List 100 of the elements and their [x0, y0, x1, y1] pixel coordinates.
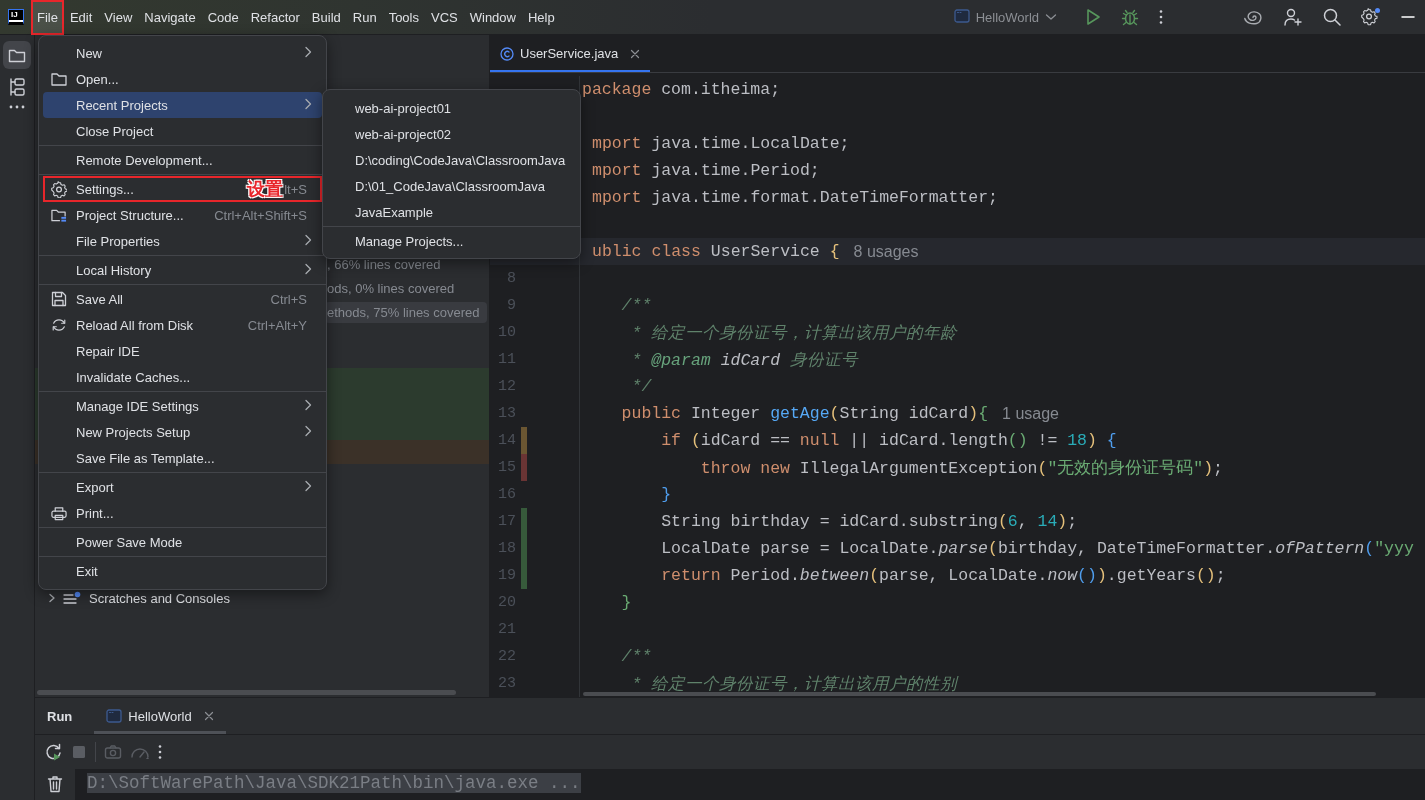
- search-icon[interactable]: [1323, 8, 1341, 26]
- panel-title: Run: [47, 708, 73, 724]
- code-line: * @param idCard 身份证号: [630, 349, 858, 371]
- save-icon: [51, 291, 67, 307]
- code-line: /**: [620, 296, 652, 315]
- more-icon[interactable]: [1159, 9, 1163, 25]
- code-line: * 给定一个身份证号，计算出该用户的年龄: [630, 322, 958, 344]
- folder-icon: [51, 72, 67, 86]
- scratches-icon: [63, 591, 81, 605]
- menu-bar-item[interactable]: Edit: [63, 0, 99, 35]
- code-line: return Period.between(parse, LocalDate.now()).getYears();: [660, 566, 1226, 585]
- code-line: }: [620, 593, 632, 612]
- shortcut-text: Ctrl+S: [270, 291, 307, 307]
- printer-icon: [51, 505, 67, 521]
- menu-item[interactable]: Project Structure... Ctrl+Alt+Shift+S: [43, 202, 322, 228]
- code-line: ublic class UserService {: [591, 242, 840, 261]
- chevron-right-icon[interactable]: [47, 593, 57, 603]
- menu-item[interactable]: New Projects Setup: [43, 419, 322, 445]
- menu-item[interactable]: Remote Development...: [43, 147, 322, 173]
- folder-icon: [51, 207, 67, 223]
- run-configuration-selector[interactable]: HelloWorld: [953, 8, 1057, 26]
- structure-icon[interactable]: [8, 77, 26, 97]
- class-file-icon: [500, 46, 514, 61]
- menu-item[interactable]: JavaExample: [327, 199, 576, 225]
- code-line: mport java.time.LocalDate;: [591, 134, 850, 153]
- menu-item[interactable]: Reload All from Disk Ctrl+Alt+Y: [43, 312, 322, 338]
- spiral-icon[interactable]: [1243, 9, 1263, 25]
- menu-bar-item[interactable]: Tools: [382, 0, 425, 35]
- menu-bar-item[interactable]: Build: [305, 0, 347, 35]
- code-line: package com.itheima;: [581, 80, 781, 99]
- code-line: * 给定一个身份证号，计算出该用户的性别: [630, 673, 958, 695]
- tree-item[interactable]: Scratches and Consoles: [89, 590, 230, 606]
- menu-bar-item[interactable]: VCS: [425, 0, 464, 35]
- menu-item[interactable]: web-ai-project01: [327, 95, 576, 121]
- code-line: */: [630, 377, 652, 396]
- menu-bar-item[interactable]: File: [31, 0, 64, 35]
- code-line: }: [660, 485, 672, 504]
- menu-item[interactable]: Export: [43, 474, 322, 500]
- more-icon[interactable]: [8, 105, 26, 109]
- menu-item[interactable]: web-ai-project02: [327, 121, 576, 147]
- code-line: public Integer getAge(String idCard){: [620, 404, 989, 423]
- code-line: if (idCard == null || idCard.length() != 18) {: [660, 431, 1117, 450]
- menu-item[interactable]: D:\01_CodeJava\ClassroomJava: [327, 173, 576, 199]
- menu-item[interactable]: Save File as Template...: [43, 445, 322, 471]
- menu-bar-item[interactable]: Code: [201, 0, 245, 35]
- code-line: /**: [620, 647, 652, 666]
- folder-icon: [8, 47, 26, 63]
- settings-icon[interactable]: [1361, 8, 1381, 26]
- menu-item[interactable]: Recent Projects: [43, 92, 322, 118]
- editor-tab[interactable]: UserService.java: [490, 35, 651, 72]
- menu-item[interactable]: File Properties: [43, 228, 322, 254]
- menu-bar-item[interactable]: Refactor: [244, 0, 306, 35]
- annotation-label: 设置: [247, 177, 284, 201]
- shortcut-text: Ctrl+Alt+Shift+S: [214, 207, 307, 223]
- usage-hint[interactable]: 1 usage: [1002, 404, 1059, 423]
- reload-icon: [51, 317, 67, 333]
- code-line: mport java.time.format.DateTimeFormatter;: [591, 188, 998, 207]
- menu-item[interactable]: Save All Ctrl+S: [43, 286, 322, 312]
- menu-item[interactable]: Exit: [43, 558, 322, 584]
- menu-item[interactable]: Settings... 设置lt+S: [43, 176, 322, 202]
- rerun-icon[interactable]: [45, 743, 63, 761]
- usage-hint[interactable]: 8 usages: [853, 242, 919, 261]
- menu-item[interactable]: Manage IDE Settings: [43, 393, 322, 419]
- menu-item[interactable]: Invalidate Caches...: [43, 364, 322, 390]
- close-icon[interactable]: [203, 711, 214, 721]
- menu-item[interactable]: Print...: [43, 500, 322, 526]
- run-icon[interactable]: [1085, 8, 1101, 26]
- bug-icon[interactable]: [1121, 8, 1139, 26]
- minimize-icon[interactable]: [1401, 15, 1415, 19]
- scrollbar[interactable]: [37, 690, 456, 695]
- chevron-down-icon[interactable]: [1045, 13, 1057, 21]
- code-line: LocalDate parse = LocalDate.parse(birthday, DateTimeFormatter.ofPattern("yyy: [660, 539, 1414, 558]
- menu-bar-item[interactable]: Help: [521, 0, 561, 35]
- menu-item[interactable]: Repair IDE: [43, 338, 322, 364]
- menu-bar-item[interactable]: Window: [463, 0, 522, 35]
- menu-item[interactable]: Open...: [43, 66, 322, 92]
- code-line: String birthday = idCard.substring(6, 14);: [660, 512, 1078, 531]
- menu-item[interactable]: Power Save Mode: [43, 529, 322, 555]
- close-icon[interactable]: [630, 48, 641, 59]
- more-icon[interactable]: [158, 744, 162, 760]
- scrollbar[interactable]: [583, 692, 1376, 696]
- shortcut-text: Ctrl+Alt+Y: [247, 317, 307, 333]
- project-tool-button[interactable]: [3, 41, 31, 69]
- trash-icon[interactable]: [47, 775, 63, 793]
- menu-item[interactable]: Local History: [43, 257, 322, 283]
- code-line: mport java.time.Period;: [591, 161, 820, 180]
- settings-icon: [51, 180, 67, 198]
- menu-item[interactable]: D:\coding\CodeJava\ClassroomJava: [327, 147, 576, 173]
- app-logo: IJ: [8, 9, 24, 25]
- add-user-icon[interactable]: [1283, 7, 1303, 27]
- menu-bar-item[interactable]: View: [98, 0, 139, 35]
- run-tab[interactable]: HelloWorld: [94, 698, 226, 734]
- shortcut-text: lt+S: [284, 181, 307, 197]
- menu-item[interactable]: Close Project: [43, 118, 322, 144]
- code-line: throw new IllegalArgumentException("无效的身份证号码");: [699, 457, 1223, 479]
- menu-item[interactable]: Manage Projects...: [327, 228, 576, 254]
- menu-bar-item[interactable]: Run: [346, 0, 383, 35]
- menu-item[interactable]: New: [43, 40, 322, 66]
- coverage-text[interactable]: ods, 0% lines covered: [325, 277, 463, 299]
- menu-bar-item[interactable]: Navigate: [138, 0, 202, 35]
